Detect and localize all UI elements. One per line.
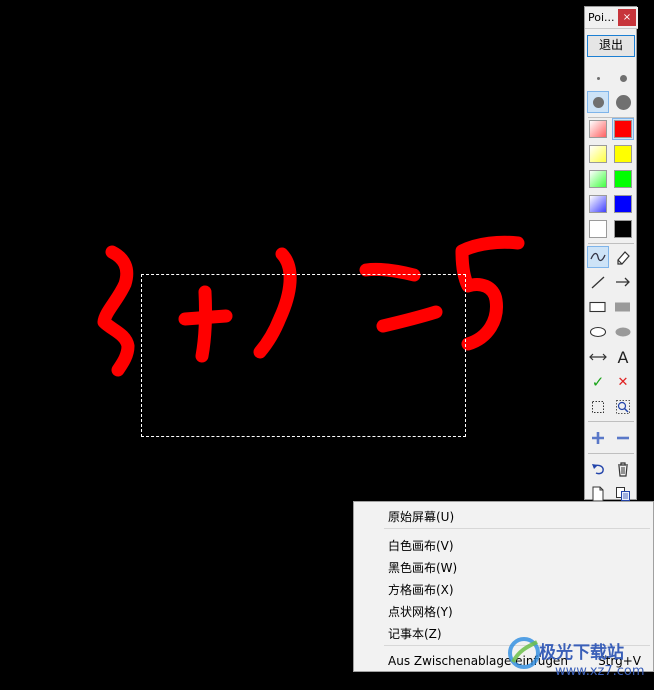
close-button[interactable]: × xyxy=(618,9,636,26)
toolbar-title: Poi... xyxy=(588,11,615,24)
menu-item-label: 白色画布(V) xyxy=(388,539,454,553)
swatch-yellow-light xyxy=(589,145,607,163)
confirm-button[interactable]: ✓ xyxy=(587,371,609,393)
zoom-tool-button[interactable] xyxy=(612,396,634,418)
dot-m-icon xyxy=(592,96,604,108)
menu-item-label: 记事本(Z) xyxy=(388,627,442,641)
swatch-white xyxy=(589,220,607,238)
swatch-black xyxy=(614,220,632,238)
pen-size-l-button[interactable] xyxy=(612,91,634,113)
dot-l-icon xyxy=(615,94,631,110)
color-highlight-green-button[interactable] xyxy=(587,168,609,190)
watermark-title: 极光下载站 xyxy=(539,643,624,663)
dot-s-icon xyxy=(619,74,627,82)
swatch-blue-light xyxy=(589,195,607,213)
swatch-red xyxy=(614,120,632,138)
rectangle-tool-button[interactable] xyxy=(587,296,609,318)
color-red-button[interactable] xyxy=(612,118,634,140)
stroke-brace xyxy=(97,245,135,377)
color-black-button[interactable] xyxy=(612,218,634,240)
arrow-tool-button[interactable] xyxy=(612,271,634,293)
new-page-icon xyxy=(592,486,604,502)
separator xyxy=(588,453,634,454)
freehand-tool-button[interactable] xyxy=(587,246,609,268)
separator xyxy=(588,243,634,244)
selection-icon xyxy=(592,401,604,413)
pen-size-m-button[interactable] xyxy=(587,91,609,113)
swatch-green xyxy=(614,170,632,188)
undo-button[interactable] xyxy=(587,458,609,480)
filled-rectangle-icon xyxy=(615,302,630,312)
swatch-red-light xyxy=(589,120,607,138)
menu-item-label: 方格画布(X) xyxy=(388,583,454,597)
dot-xs-icon xyxy=(596,76,600,80)
pointofix-toolbar: Poi... × 退出 A ✓ ✕ xyxy=(584,6,638,502)
menu-item-dot-grid[interactable]: 点状网格(Y) xyxy=(355,599,653,621)
text-tool-button[interactable]: A xyxy=(612,346,634,368)
zoom-out-button[interactable] xyxy=(612,427,634,449)
menu-item-white-canvas[interactable]: 白色画布(V) xyxy=(355,533,653,555)
toolbar-titlebar[interactable]: Poi... × xyxy=(585,7,638,29)
menu-item-original-screen[interactable]: 原始屏幕(U) xyxy=(355,504,653,526)
separator xyxy=(588,421,634,422)
swatch-green-light xyxy=(589,170,607,188)
trash-icon xyxy=(618,462,628,477)
ellipse-tool-button[interactable] xyxy=(587,321,609,343)
pen-size-xs-button[interactable] xyxy=(587,67,609,89)
pen-size-s-button[interactable] xyxy=(612,67,634,89)
swatch-blue xyxy=(614,195,632,213)
discard-button[interactable]: ✕ xyxy=(612,371,634,393)
double-arrow-icon xyxy=(589,353,607,361)
filled-rectangle-tool-button[interactable] xyxy=(612,296,634,318)
color-yellow-button[interactable] xyxy=(612,143,634,165)
line-icon xyxy=(591,276,605,289)
watermark: 极光下载站 www.xz7.com xyxy=(505,634,654,690)
zoom-icon xyxy=(616,400,630,414)
menu-item-black-canvas[interactable]: 黑色画布(W) xyxy=(355,555,653,577)
color-highlight-yellow-button[interactable] xyxy=(587,143,609,165)
aurora-logo-icon xyxy=(508,637,540,669)
swatch-yellow xyxy=(614,145,632,163)
freehand-icon xyxy=(590,252,606,262)
menu-item-label: 黑色画布(W) xyxy=(388,561,458,575)
filled-ellipse-tool-button[interactable] xyxy=(612,321,634,343)
copy-icon xyxy=(616,487,630,501)
eraser-tool-button[interactable] xyxy=(612,246,634,268)
menu-item-grid-canvas[interactable]: 方格画布(X) xyxy=(355,577,653,599)
color-highlight-red-button[interactable] xyxy=(587,118,609,140)
color-white-button[interactable] xyxy=(587,218,609,240)
line-tool-button[interactable] xyxy=(587,271,609,293)
watermark-url: www.xz7.com xyxy=(555,664,645,679)
undo-icon xyxy=(592,464,604,475)
stroke-five xyxy=(455,235,525,351)
filled-ellipse-icon xyxy=(615,327,631,337)
color-highlight-blue-button[interactable] xyxy=(587,193,609,215)
eraser-icon xyxy=(617,251,630,265)
exit-button[interactable]: 退出 xyxy=(587,35,635,57)
menu-separator xyxy=(384,528,650,529)
delete-button[interactable] xyxy=(612,458,634,480)
color-green-button[interactable] xyxy=(612,168,634,190)
selection-rectangle[interactable] xyxy=(141,274,466,437)
selection-tool-button[interactable] xyxy=(587,396,609,418)
minus-icon xyxy=(617,436,629,440)
arrow-icon xyxy=(616,277,630,287)
zoom-in-button[interactable] xyxy=(587,427,609,449)
plus-icon xyxy=(592,432,604,444)
menu-item-label: 点状网格(Y) xyxy=(388,605,453,619)
ellipse-icon xyxy=(589,326,607,338)
color-blue-button[interactable] xyxy=(612,193,634,215)
double-arrow-tool-button[interactable] xyxy=(587,346,609,368)
menu-item-label: 原始屏幕(U) xyxy=(388,510,455,524)
rectangle-icon xyxy=(589,301,606,313)
